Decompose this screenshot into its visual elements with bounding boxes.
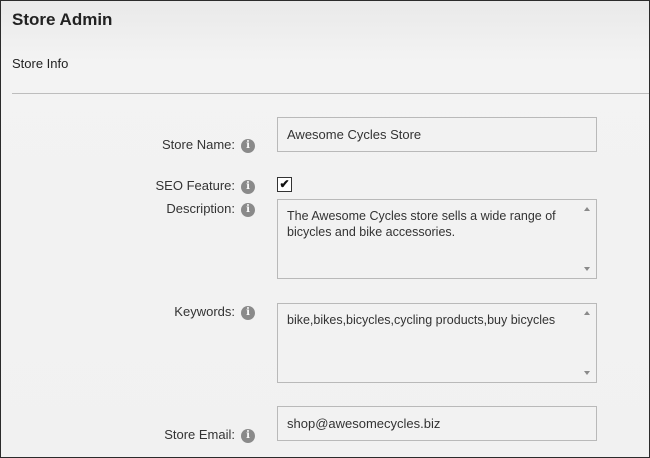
store-email-label: Store Email: xyxy=(164,427,235,442)
seo-feature-label: SEO Feature: xyxy=(155,178,235,193)
description-info-icon[interactable]: i xyxy=(241,203,255,217)
divider xyxy=(12,93,649,94)
section-title: Store Info xyxy=(12,56,69,71)
scroll-down-icon[interactable] xyxy=(584,371,590,375)
seo-feature-checkbox[interactable]: ✔ xyxy=(277,177,292,192)
store-name-info-icon[interactable]: i xyxy=(241,139,255,153)
scroll-up-icon[interactable] xyxy=(584,207,590,211)
keywords-info-icon[interactable]: i xyxy=(241,306,255,320)
keywords-scrollbar[interactable] xyxy=(580,305,595,381)
store-name-label: Store Name: xyxy=(162,137,235,152)
seo-feature-info-icon[interactable]: i xyxy=(241,180,255,194)
store-name-value: Awesome Cycles Store xyxy=(287,127,422,142)
store-email-value: shop@awesomecycles.biz xyxy=(287,416,441,431)
keywords-value: bike,bikes,bicycles,cycling products,buy… xyxy=(287,313,556,327)
description-scrollbar[interactable] xyxy=(580,201,595,277)
keywords-textarea[interactable]: bike,bikes,bicycles,cycling products,buy… xyxy=(277,303,597,383)
store-email-input[interactable]: shop@awesomecycles.biz xyxy=(277,406,597,441)
description-label: Description: xyxy=(166,201,235,216)
store-email-info-icon[interactable]: i xyxy=(241,429,255,443)
store-admin-window: Store Admin Store Info Store Name: i Awe… xyxy=(0,0,650,458)
keywords-label: Keywords: xyxy=(174,304,235,319)
scroll-up-icon[interactable] xyxy=(584,311,590,315)
store-name-input[interactable]: Awesome Cycles Store xyxy=(277,117,597,152)
scroll-down-icon[interactable] xyxy=(584,267,590,271)
page-title: Store Admin xyxy=(12,10,113,29)
description-textarea[interactable]: The Awesome Cycles store sells a wide ra… xyxy=(277,199,597,279)
description-value: The Awesome Cycles store sells a wide ra… xyxy=(287,209,556,239)
